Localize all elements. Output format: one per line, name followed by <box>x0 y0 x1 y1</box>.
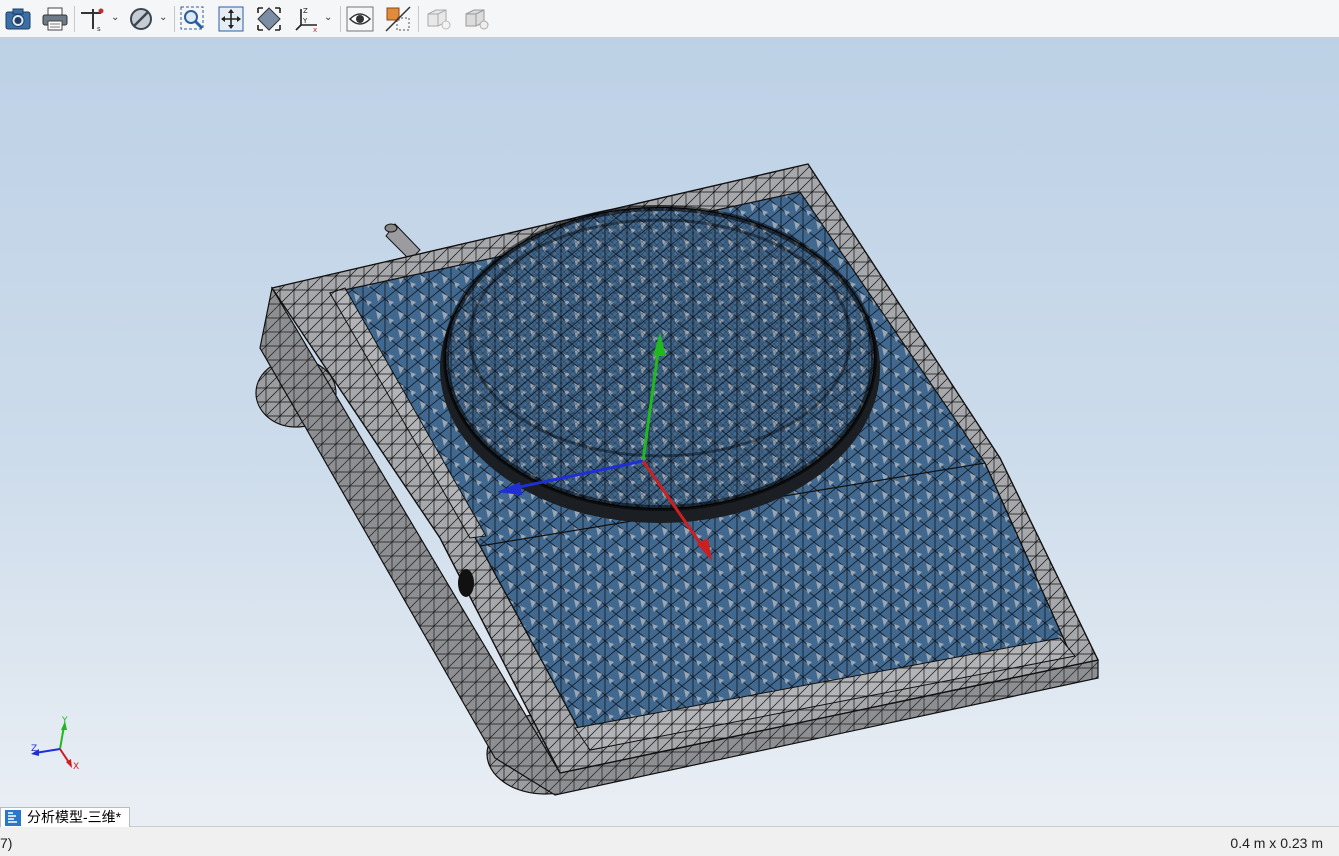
section-plane-icon <box>385 6 411 32</box>
pan-arrows-icon <box>218 6 244 32</box>
display-filter-button[interactable] <box>126 4 156 34</box>
tab-label: 分析模型-三维* <box>27 809 122 825</box>
no-sign-icon <box>130 8 152 30</box>
show-hide-button[interactable] <box>345 4 375 34</box>
svg-text:s: s <box>97 25 101 33</box>
zoom-window-button[interactable] <box>178 4 208 34</box>
model-dimensions: 0.4 m x 0.23 m <box>1230 835 1323 851</box>
svg-text:x: x <box>313 26 317 33</box>
zoom-box-icon <box>180 6 204 30</box>
axis-probe-icon: s <box>81 8 104 33</box>
camera-icon <box>5 8 31 30</box>
toolbar-separator <box>340 6 341 32</box>
eye-icon <box>346 6 374 32</box>
toolbar-separator <box>74 6 75 32</box>
side-port <box>458 569 474 597</box>
status-bar: 7) 0.4 m x 0.23 m <box>0 827 1339 856</box>
toolbar-separator <box>174 6 175 32</box>
triad-label-y: Y <box>61 716 68 726</box>
chevron-down-icon[interactable]: ⌄ <box>111 12 119 23</box>
light-box-2-button[interactable] <box>461 4 491 34</box>
lit-box-icon <box>427 9 451 30</box>
section-plane-button[interactable] <box>383 4 413 34</box>
svg-text:Y: Y <box>302 17 308 25</box>
printer-icon <box>42 7 68 31</box>
triad-label-x: X <box>73 762 79 772</box>
axis-triad-icon: Z Y x <box>295 7 317 33</box>
mesh-model-scene[interactable]: Y Z X <box>0 38 1339 807</box>
model-tree-icon <box>5 810 21 826</box>
fit-all-button[interactable] <box>254 4 284 34</box>
3d-viewport[interactable]: Y Z X <box>0 38 1339 807</box>
print-button[interactable] <box>40 4 70 34</box>
toolbar: s ⌄ ⌄ Z Y x ⌄ <box>0 0 1339 38</box>
light-box-button[interactable] <box>423 4 453 34</box>
svg-text:Z: Z <box>303 7 308 15</box>
view-orientation-button[interactable]: Z Y x <box>292 4 322 34</box>
toolbar-separator <box>418 6 419 32</box>
lit-box-icon-2 <box>465 9 489 30</box>
screenshot-button[interactable] <box>3 4 33 34</box>
section-tool-button[interactable]: s <box>78 4 108 34</box>
orientation-triad: Y Z X <box>31 716 79 772</box>
tab-analysis-model-3d[interactable]: 分析模型-三维* <box>0 807 131 827</box>
triad-label-z: Z <box>31 744 37 754</box>
chevron-down-icon[interactable]: ⌄ <box>159 12 167 23</box>
document-tab-bar: 分析模型-三维* <box>0 807 1339 827</box>
pan-button[interactable] <box>216 4 246 34</box>
fit-diamond-icon <box>257 7 281 31</box>
status-text: 7) <box>0 835 13 851</box>
chevron-down-icon[interactable]: ⌄ <box>324 12 332 23</box>
